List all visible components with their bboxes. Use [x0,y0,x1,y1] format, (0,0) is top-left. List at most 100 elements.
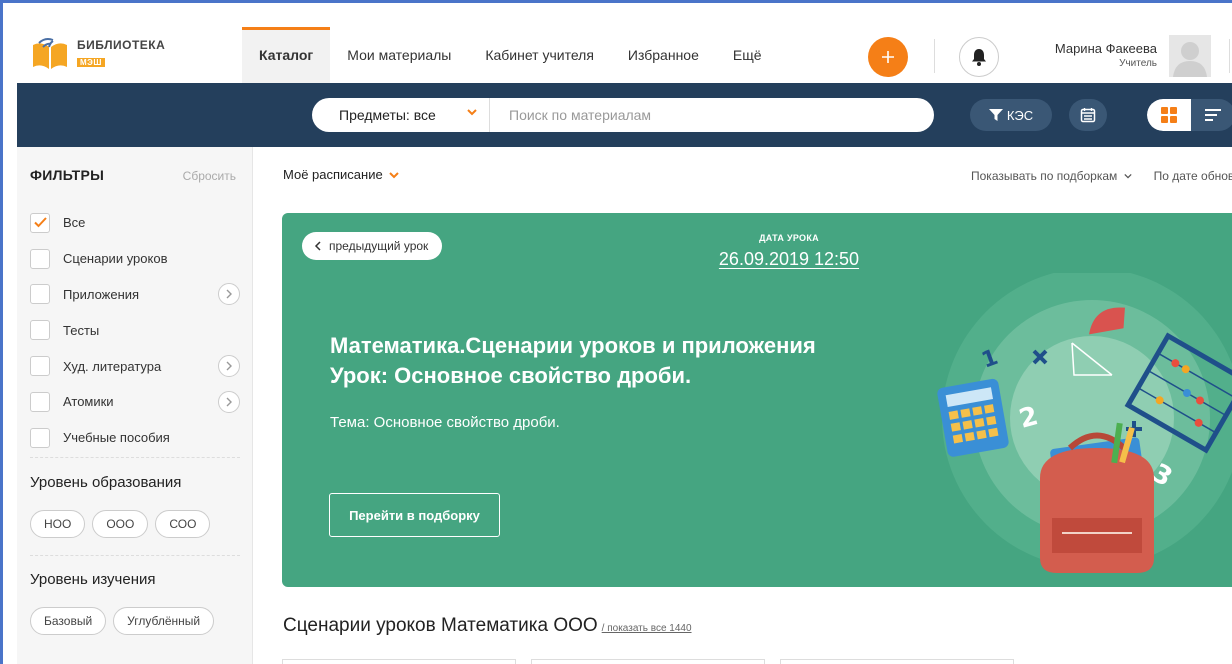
checkbox[interactable] [30,212,50,233]
list-icon [1205,109,1221,121]
logo-title: БИБЛИОТЕКА [77,38,166,52]
lesson-title: Математика.Сценарии уроков и приложения … [330,331,890,391]
lesson-title-line2: Урок: Основное свойство дроби. [330,363,692,388]
nav-item-teacher-cabinet[interactable]: Кабинет учителя [468,27,611,83]
nav-item-more[interactable]: Ещё [716,27,779,83]
main-nav: Каталог Мои материалы Кабинет учителя Из… [242,27,779,83]
chip-basic[interactable]: Базовый [30,607,107,635]
filter-label: Учебные пособия [63,430,170,446]
expand-arrow-button[interactable] [218,390,240,413]
education-level-title: Уровень образования [30,474,182,491]
notifications-button[interactable] [959,37,999,77]
kes-filter-button[interactable]: КЭС [970,99,1052,131]
list-view-button[interactable] [1191,99,1232,131]
checkbox[interactable] [30,427,50,448]
filter-label: Худ. литература [63,358,162,374]
logo-subtitle: МЭШ [77,58,105,67]
show-all-link[interactable]: / показать все 1440 [602,623,692,634]
study-level-title: Уровень изучения [30,571,156,588]
math-backpack-illustration: 1 2 3 [937,273,1232,573]
grid-view-button[interactable] [1147,99,1191,131]
user-info[interactable]: Марина Факеева Учитель [1027,41,1157,69]
calendar-icon [1080,108,1096,123]
chip-soo[interactable]: СОО [155,510,211,538]
filter-item-tests[interactable]: Тесты [30,312,240,348]
chevron-down-icon [1124,173,1132,179]
avatar[interactable] [1169,35,1211,77]
view-toggle [1147,99,1232,131]
filter-item-atomics[interactable]: Атомики [30,384,240,420]
previous-lesson-button[interactable]: предыдущий урок [302,232,443,260]
nav-item-catalog[interactable]: Каталог [242,27,331,83]
chevron-right-icon [226,289,232,299]
material-card[interactable] [282,659,516,664]
chevron-left-icon [314,241,321,251]
user-name: Марина Факеева [1054,41,1157,56]
app-window: БИБЛИОТЕКА МЭШ Каталог Мои материалы Каб… [0,0,1232,664]
filter-item-all[interactable]: Все [30,205,240,241]
add-button[interactable] [868,37,908,77]
chevron-down-icon [467,109,477,116]
section-heading: Сценарии уроков Математика ООО [283,615,598,636]
book-logo-icon [31,37,69,71]
education-level-chips: НОО ООО СОО [30,510,211,538]
filter-item-lesson-scenarios[interactable]: Сценарии уроков [30,241,240,277]
checkbox[interactable] [30,248,50,269]
subjects-label: Предметы: все [339,107,436,123]
filters-sidebar: ФИЛЬТРЫ Сбросить Все Сценарии уроков При… [17,147,253,664]
chip-ooo[interactable]: ООО [92,510,149,538]
plus-icon [882,51,894,63]
chip-advanced[interactable]: Углублённый [113,607,215,635]
sort-bar: Показывать по подборкам По дате обнов [971,169,1232,183]
filter-label: Все [63,215,86,231]
grid-icon [1161,107,1177,123]
top-header: БИБЛИОТЕКА МЭШ Каталог Мои материалы Каб… [17,27,1232,83]
header-divider-right [1229,39,1230,73]
lesson-banner: предыдущий урок ДАТА УРОКА 26.09.2019 12… [282,213,1232,587]
divider [30,555,240,556]
filter-item-textbooks[interactable]: Учебные пособия [30,420,240,456]
study-level-chips: Базовый Углублённый [30,607,215,635]
sort-by-date-dropdown[interactable]: По дате обнов [1154,169,1232,183]
bell-icon [972,49,986,66]
go-to-collection-button[interactable]: Перейти в подборку [329,493,500,537]
lesson-date-label: ДАТА УРОКА [759,233,819,243]
schedule-dropdown[interactable]: Моё расписание [283,167,399,182]
material-card[interactable] [531,659,765,664]
lesson-title-line1: Математика.Сценарии уроков и приложения [330,333,816,358]
lesson-topic: Тема: Основное свойство дроби. [330,414,560,431]
funnel-icon [988,109,1003,121]
nav-item-favorites[interactable]: Избранное [611,27,716,83]
kes-label: КЭС [1006,107,1034,123]
checkbox[interactable] [30,284,50,305]
lesson-date-value[interactable]: 26.09.2019 12:50 [704,249,874,270]
logo[interactable]: БИБЛИОТЕКА МЭШ [31,37,165,71]
filters-title: ФИЛЬТРЫ [30,167,105,183]
subjects-dropdown[interactable]: Предметы: все [312,98,490,132]
schedule-label: Моё расписание [283,167,383,182]
search-pill: Предметы: все [312,98,934,132]
nav-item-my-materials[interactable]: Мои материалы [330,27,468,83]
section-header: Сценарии уроков Математика ООО / показат… [283,615,692,637]
filters-reset-link[interactable]: Сбросить [183,169,236,183]
search-input[interactable] [490,98,934,132]
expand-arrow-button[interactable] [218,355,240,378]
filter-label: Тесты [63,322,100,338]
checkbox[interactable] [30,320,50,341]
expand-arrow-button[interactable] [218,283,240,306]
chevron-right-icon [226,397,232,407]
checkbox[interactable] [30,356,50,377]
filter-list: Все Сценарии уроков Приложения Тесты Худ… [30,205,240,456]
group-by-label: Показывать по подборкам [971,169,1118,183]
calendar-button[interactable] [1069,99,1107,131]
filter-label: Сценарии уроков [63,251,168,267]
filter-item-fiction[interactable]: Худ. литература [30,348,240,384]
checkbox[interactable] [30,391,50,412]
filter-item-applications[interactable]: Приложения [30,277,240,313]
divider [30,457,240,458]
chip-noo[interactable]: НОО [30,510,86,538]
previous-lesson-label: предыдущий урок [329,239,429,253]
material-card[interactable] [780,659,1014,664]
group-by-collections-dropdown[interactable]: Показывать по подборкам [971,169,1132,183]
chevron-right-icon [226,361,232,371]
